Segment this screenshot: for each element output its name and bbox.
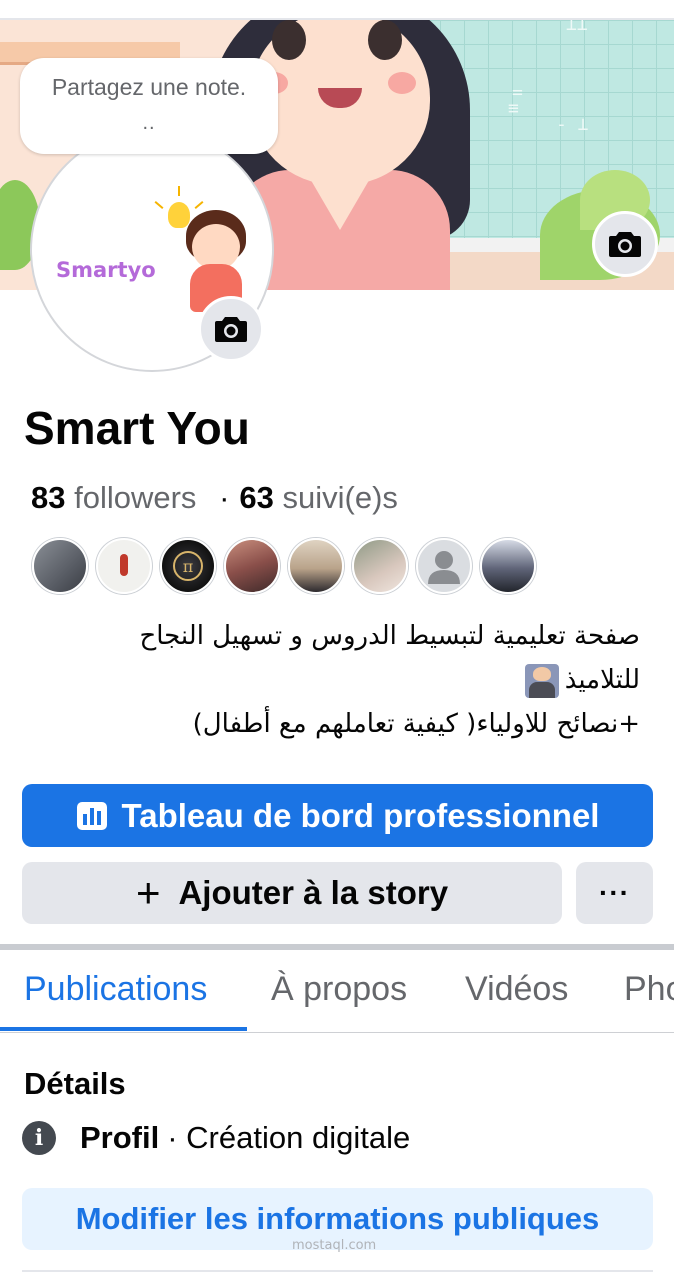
follower-avatar[interactable] [96, 538, 152, 594]
add-to-story-label: Ajouter à la story [178, 874, 449, 911]
follower-avatar[interactable] [480, 538, 536, 594]
bio-line: +نصائح للاولياء( كيفية تعاملهم مع أطفال) [192, 709, 640, 739]
tab-publications[interactable]: Publications [24, 970, 207, 1009]
bottom-divider [22, 1270, 653, 1272]
chalk-mark: ⊥⊥ [566, 20, 588, 35]
details-heading: Détails [24, 1066, 126, 1101]
followers-label[interactable]: followers [74, 480, 196, 515]
note-dots: .. [142, 112, 156, 134]
top-bar [0, 0, 674, 20]
dashboard-chart-icon [76, 801, 108, 831]
tab-photos[interactable]: Pho [624, 970, 674, 1009]
cover-mouth [318, 88, 362, 108]
profile-tabs: Publications À propos Vidéos Pho [0, 950, 674, 1033]
follower-avatar[interactable] [224, 538, 280, 594]
edit-public-info-label: Modifier les informations publiques [75, 1201, 600, 1236]
camera-icon [215, 317, 247, 342]
chalk-mark: ≡ [508, 98, 519, 119]
professional-dashboard-label: Tableau de bord professionnel [121, 796, 600, 834]
teacher-emoji-icon [524, 663, 559, 698]
edit-cover-camera-button[interactable] [592, 211, 658, 277]
tab-about[interactable]: À propos [271, 970, 407, 1009]
category-label: Profil [80, 1120, 160, 1155]
info-icon: i [22, 1121, 56, 1155]
following-label[interactable]: suivi(e)s [283, 480, 398, 515]
more-dots-icon: ··· [599, 877, 630, 908]
cover-eye [368, 20, 402, 60]
follower-avatar[interactable]: π [160, 538, 216, 594]
category-value: · Création digitale [167, 1120, 411, 1155]
avatar-logo-text: Smartyo [56, 258, 156, 282]
watermark: mostaql.com [292, 1238, 377, 1253]
bio-line-with-emoji: للتلاميذ [24, 658, 640, 702]
note-bubble[interactable]: Partagez une note. .. [20, 58, 278, 154]
note-placeholder: Partagez une note. [51, 74, 247, 100]
following-count[interactable]: 63 [239, 480, 273, 515]
followers-count[interactable]: 83 [31, 480, 65, 515]
tab-videos[interactable]: Vidéos [465, 970, 568, 1009]
bulb-ray [154, 201, 164, 209]
camera-icon [609, 232, 641, 257]
follower-avatar[interactable] [32, 538, 88, 594]
page-bio: صفحة تعليمية لتبسيط الدروس و تسهيل النجا… [24, 614, 640, 746]
bulb-ray [194, 201, 204, 209]
follower-avatar[interactable] [352, 538, 408, 594]
page-name: Smart You [24, 402, 250, 454]
cover-cheek [388, 72, 416, 94]
plus-icon: + [135, 869, 161, 916]
details-category-row: i Profil · Création digitale [22, 1118, 410, 1158]
active-tab-indicator [0, 1027, 247, 1031]
edit-profile-picture-camera-button[interactable] [198, 296, 264, 362]
lightbulb-icon [168, 202, 190, 228]
professional-dashboard-button[interactable]: Tableau de bord professionnel [22, 784, 653, 847]
chalk-mark: - ⊥ [556, 114, 589, 135]
stats-separator: · [219, 480, 230, 515]
more-options-button[interactable]: ··· [576, 862, 653, 924]
pi-icon: π [173, 551, 203, 581]
default-avatar-icon [428, 551, 460, 584]
followers-preview[interactable]: π [32, 538, 536, 594]
bulb-ray [178, 186, 180, 196]
cover-eye [272, 20, 306, 60]
add-to-story-button[interactable]: + Ajouter à la story [22, 862, 562, 924]
follow-stats: 83 followers · 63 suivi(e)s [31, 478, 398, 518]
follower-avatar[interactable] [288, 538, 344, 594]
bio-line: صفحة تعليمية لتبسيط الدروس و تسهيل النجا… [139, 621, 640, 651]
bio-line: للتلاميذ [564, 665, 640, 695]
follower-avatar[interactable] [416, 538, 472, 594]
